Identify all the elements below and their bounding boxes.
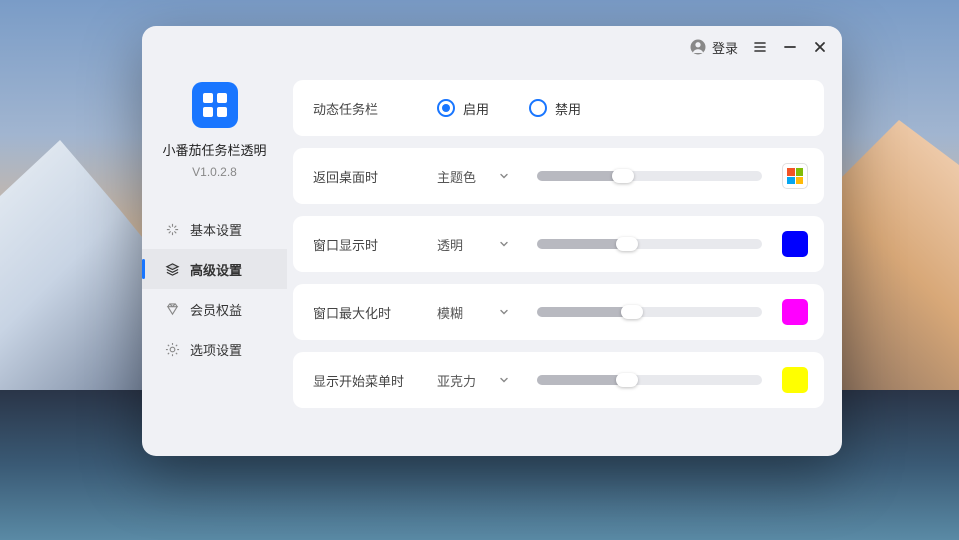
menu-button[interactable] <box>752 39 768 55</box>
dropdown-value: 主题色 <box>437 167 476 186</box>
dynamic-taskbar-radio-group: 启用 禁用 <box>437 99 581 118</box>
color-swatch[interactable] <box>782 299 808 325</box>
user-icon <box>689 38 707 56</box>
radio-circle-icon <box>437 99 455 117</box>
setting-row-maximized: 窗口最大化时 模糊 <box>293 284 824 340</box>
setting-row-start-menu: 显示开始菜单时 亚克力 <box>293 352 824 408</box>
nav-label: 会员权益 <box>190 300 242 319</box>
radio-enable[interactable]: 启用 <box>437 99 489 118</box>
nav-label: 高级设置 <box>190 260 242 279</box>
slider-fill <box>537 375 627 385</box>
login-label: 登录 <box>712 38 738 57</box>
radio-enable-label: 启用 <box>463 99 489 118</box>
app-logo <box>192 82 238 128</box>
app-name: 小番茄任务栏透明 <box>162 140 266 159</box>
dropdown-value: 透明 <box>437 235 463 254</box>
dynamic-taskbar-label: 动态任务栏 <box>313 99 413 118</box>
slider-thumb[interactable] <box>621 305 643 319</box>
setting-row-window: 窗口显示时 透明 <box>293 216 824 272</box>
color-swatch[interactable] <box>782 367 808 393</box>
diamond-icon <box>164 301 180 317</box>
row-label: 显示开始菜单时 <box>313 371 413 390</box>
chevron-down-icon <box>499 305 509 320</box>
slider-fill <box>537 307 632 317</box>
nav-list: 基本设置 高级设置 会员权益 <box>142 209 287 369</box>
nav-label: 选项设置 <box>190 340 242 359</box>
app-version: V1.0.2.8 <box>192 165 237 179</box>
opacity-slider[interactable] <box>537 239 762 249</box>
titlebar: 登录 <box>142 26 842 68</box>
mode-dropdown[interactable]: 透明 <box>427 229 517 259</box>
color-swatch[interactable] <box>782 231 808 257</box>
chevron-down-icon <box>499 373 509 388</box>
slider-thumb[interactable] <box>616 237 638 251</box>
opacity-slider[interactable] <box>537 375 762 385</box>
microsoft-icon <box>787 168 803 184</box>
close-button[interactable] <box>812 39 828 55</box>
dynamic-taskbar-card: 动态任务栏 启用 禁用 <box>293 80 824 136</box>
setting-row-desktop: 返回桌面时 主题色 <box>293 148 824 204</box>
chevron-down-icon <box>499 237 509 252</box>
mode-dropdown[interactable]: 主题色 <box>427 161 517 191</box>
row-label: 窗口显示时 <box>313 235 413 254</box>
mode-dropdown[interactable]: 模糊 <box>427 297 517 327</box>
content-area: 动态任务栏 启用 禁用 返回桌面时 主题色 <box>287 68 842 456</box>
nav-advanced-settings[interactable]: 高级设置 <box>142 249 287 289</box>
nav-options[interactable]: 选项设置 <box>142 329 287 369</box>
login-button[interactable]: 登录 <box>689 38 738 57</box>
opacity-slider[interactable] <box>537 307 762 317</box>
sparkle-icon <box>164 221 180 237</box>
opacity-slider[interactable] <box>537 171 762 181</box>
nav-label: 基本设置 <box>190 220 242 239</box>
gear-icon <box>164 341 180 357</box>
radio-disable-label: 禁用 <box>555 99 581 118</box>
radio-disable[interactable]: 禁用 <box>529 99 581 118</box>
nav-basic-settings[interactable]: 基本设置 <box>142 209 287 249</box>
slider-fill <box>537 171 623 181</box>
row-label: 返回桌面时 <box>313 167 413 186</box>
dropdown-value: 亚克力 <box>437 371 476 390</box>
row-label: 窗口最大化时 <box>313 303 413 322</box>
layers-icon <box>164 261 180 277</box>
app-window: 登录 小番茄任务栏透明 V1.0.2.8 <box>142 26 842 456</box>
slider-thumb[interactable] <box>616 373 638 387</box>
mode-dropdown[interactable]: 亚克力 <box>427 365 517 395</box>
slider-thumb[interactable] <box>612 169 634 183</box>
dropdown-value: 模糊 <box>437 303 463 322</box>
slider-fill <box>537 239 627 249</box>
minimize-button[interactable] <box>782 39 798 55</box>
sidebar: 小番茄任务栏透明 V1.0.2.8 基本设置 高级设置 <box>142 68 287 456</box>
color-swatch-ms[interactable] <box>782 163 808 189</box>
radio-circle-icon <box>529 99 547 117</box>
nav-membership[interactable]: 会员权益 <box>142 289 287 329</box>
chevron-down-icon <box>499 169 509 184</box>
